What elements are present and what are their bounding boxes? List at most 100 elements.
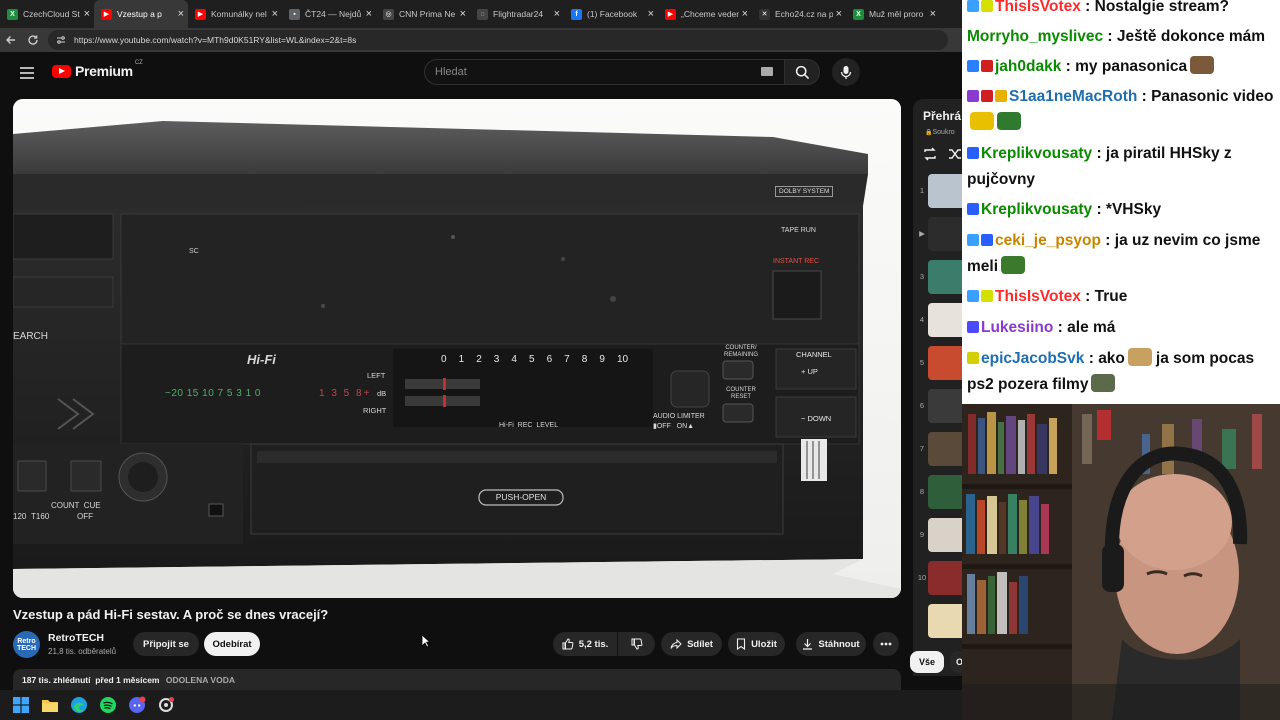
chat-username[interactable]: Kreplikvousaty: [981, 201, 1092, 218]
url-field[interactable]: https://www.youtube.com/watch?v=MTh9d0K5…: [48, 30, 948, 50]
browser-tab[interactable]: ▶ Komunálky nel ×: [188, 0, 282, 28]
subscriber-count: 21,8 tis. odběratelů: [48, 647, 117, 656]
chat-text: Ještě dokonce mám: [1116, 28, 1266, 45]
playlist-item[interactable]: 7: [913, 430, 962, 468]
playlist-item[interactable]: 9: [913, 516, 962, 554]
chat-username[interactable]: jah0dakk: [995, 58, 1061, 75]
discord-button[interactable]: [124, 692, 150, 718]
tab-close-icon[interactable]: ×: [648, 8, 654, 20]
browser-tab[interactable]: ▶ „Chceme veden ×: [658, 0, 752, 28]
chat-username[interactable]: ThisIsVotex: [995, 288, 1081, 305]
reload-icon: [28, 35, 38, 45]
chat-username[interactable]: Lukesiino: [981, 319, 1053, 336]
join-button[interactable]: Připojit se: [133, 632, 199, 656]
playlist-title[interactable]: Přehrá: [923, 109, 961, 123]
edge-browser-button[interactable]: [66, 692, 92, 718]
description-box[interactable]: 187 tis. zhlédnutí před 1 měsícem ODOLEN…: [13, 669, 901, 691]
chat-badge-icon: [967, 352, 979, 364]
chat-message: Kreplikvousaty : ja piratil HHSky z pujč…: [967, 141, 1280, 193]
browser-tab[interactable]: ▪ ČT24 — Nejdů ×: [282, 0, 376, 28]
loop-icon[interactable]: [922, 146, 938, 162]
download-button[interactable]: Stáhnout: [796, 632, 866, 656]
youtube-logo[interactable]: Premium CZ: [52, 60, 143, 79]
chat-text: my panasonica: [1075, 58, 1188, 75]
playlist-item-thumbnail: [928, 303, 962, 337]
playlist-item[interactable]: 5: [913, 344, 962, 382]
tab-close-icon[interactable]: ×: [460, 8, 466, 20]
dislike-button[interactable]: [618, 632, 655, 656]
tab-close-icon[interactable]: ×: [930, 8, 936, 20]
tab-close-icon[interactable]: ×: [84, 8, 90, 20]
reload-button[interactable]: [22, 29, 44, 51]
playlist-item[interactable]: 4: [913, 301, 962, 339]
tab-title: „Chceme veden: [681, 9, 739, 19]
tab-close-icon[interactable]: ×: [742, 8, 748, 20]
channel-avatar[interactable]: Retro TECH: [13, 631, 40, 658]
search-input[interactable]: Hledat: [424, 59, 784, 85]
shuffle-icon[interactable]: [947, 146, 962, 162]
browser-tab[interactable]: ◎ CNN Prima Ne ×: [376, 0, 470, 28]
save-button[interactable]: Uložit: [728, 632, 785, 656]
windows-logo-icon: [13, 697, 29, 713]
share-icon: [670, 638, 682, 650]
counter-reset-label: COUNTER RESET: [726, 387, 756, 400]
spotify-button[interactable]: [95, 692, 121, 718]
voice-search-button[interactable]: [832, 58, 860, 86]
chat-username[interactable]: Morryho_myslivec: [967, 28, 1103, 45]
share-button[interactable]: Sdílet: [661, 632, 722, 656]
db-label: dB: [377, 389, 387, 398]
chat-username[interactable]: Kreplikvousaty: [981, 145, 1092, 162]
tab-close-icon[interactable]: ×: [272, 8, 278, 20]
chat-username[interactable]: ceki_je_psyop: [995, 232, 1101, 249]
tab-close-icon[interactable]: ×: [178, 8, 184, 20]
logo-region-code: CZ: [134, 60, 143, 66]
app-button[interactable]: [153, 692, 179, 718]
hifi-logo: Hi-Fi: [247, 352, 276, 367]
playlist-item[interactable]: 10: [913, 559, 962, 597]
url-text: https://www.youtube.com/watch?v=MTh9d0K5…: [74, 35, 357, 45]
playlist-item[interactable]: 8: [913, 473, 962, 511]
tab-close-icon[interactable]: ×: [836, 8, 842, 20]
chat-username[interactable]: S1aa1neMacRoth: [1009, 88, 1137, 105]
subscribe-button[interactable]: Odebírat: [204, 632, 260, 656]
meter-scale-digit: 10: [616, 354, 629, 365]
file-explorer-button[interactable]: [37, 692, 63, 718]
search-placeholder: Hledat: [435, 66, 467, 78]
meter-scale-digit: 3: [493, 354, 500, 365]
chat-username[interactable]: ThisIsVotex: [995, 0, 1081, 15]
playlist-item[interactable]: ▶: [913, 215, 962, 253]
chat-username[interactable]: epicJacobSvk: [981, 350, 1084, 367]
video-player[interactable]: DOLBY SYSTEM TAPE RUN INSTANT REC SC EAR…: [13, 99, 901, 598]
like-button[interactable]: 5,2 tis.: [553, 632, 617, 656]
start-button[interactable]: [8, 692, 34, 718]
playlist-item[interactable]: 1: [913, 172, 962, 210]
browser-tab[interactable]: f (1) Facebook ×: [564, 0, 658, 28]
chat-badge-icon: [967, 90, 979, 102]
browser-tab[interactable]: ◌ Flightradar24 ×: [470, 0, 564, 28]
back-button[interactable]: [0, 29, 22, 51]
chip-all[interactable]: Vše: [910, 651, 944, 673]
more-actions-button[interactable]: [873, 632, 899, 656]
chat-message: Morryho_myslivec : Ještě dokonce mám: [967, 24, 1280, 50]
tab-close-icon[interactable]: ×: [554, 8, 560, 20]
browser-tab[interactable]: X Muž měl proro ×: [846, 0, 940, 28]
save-label: Uložit: [751, 638, 777, 650]
browser-tab[interactable]: ▶ Vzestup a p ×: [94, 0, 188, 28]
search-button[interactable]: [784, 59, 820, 85]
tab-close-icon[interactable]: ×: [366, 8, 372, 20]
playlist-item[interactable]: 6: [913, 387, 962, 425]
playlist-privacy: 🔒Soukro: [925, 129, 955, 136]
meter-scale-digit: 0: [441, 354, 447, 365]
playlist-item[interactable]: 3: [913, 258, 962, 296]
playlist-item-thumbnail: [928, 174, 962, 208]
playlist-item[interactable]: [913, 602, 962, 640]
chat-badge-icon: [967, 321, 979, 333]
browser-tab[interactable]: X CzechCloud St ×: [0, 0, 94, 28]
off-label: OFF: [77, 512, 93, 521]
channel-name[interactable]: RetroTECH: [48, 632, 104, 644]
keyboard-icon[interactable]: [761, 67, 773, 76]
browser-tab[interactable]: ✕ Echo24.cz na p ×: [752, 0, 846, 28]
hamburger-menu-icon[interactable]: [18, 64, 36, 82]
location-tag[interactable]: ODOLENA VODA: [166, 675, 235, 685]
deck-labels: DOLBY SYSTEM TAPE RUN INSTANT REC SC EAR…: [13, 99, 901, 598]
